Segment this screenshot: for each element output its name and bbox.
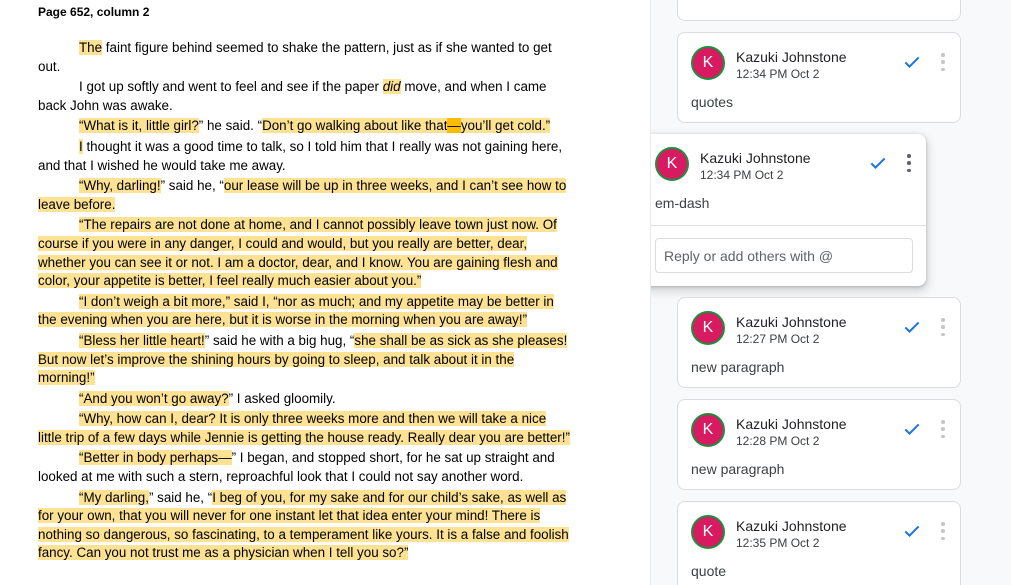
highlighted-text: The <box>79 40 103 55</box>
highlighted-text: “Better in body perhaps— <box>79 450 232 466</box>
text-run: thought it was a good time to talk, so I… <box>38 138 563 173</box>
comment-card-active[interactable]: K Kazuki Johnstone 12:34 PM Oct 2 em-das… <box>651 134 926 286</box>
paragraph: “And you won’t go away?” I asked gloomil… <box>38 390 570 409</box>
more-vert-icon[interactable] <box>940 420 946 438</box>
highlighted-text: “What is it, little girl? <box>79 118 199 134</box>
more-vert-icon[interactable] <box>940 53 946 71</box>
highlighted-text: “My darling, <box>79 489 149 505</box>
more-vert-icon[interactable] <box>940 318 946 336</box>
comment-author: Kazuki Johnstone <box>736 416 847 432</box>
paragraph: “The repairs are not done at home, and I… <box>38 216 570 290</box>
checkmark-icon[interactable] <box>902 317 922 337</box>
avatar[interactable]: K <box>691 515 725 549</box>
highlighted-text: “Bless her little heart! <box>79 332 205 348</box>
text-run: ” said he with a big hug, “ <box>204 332 355 348</box>
text-run: I got up softly and went to feel and see… <box>79 79 383 95</box>
comment-author: Kazuki Johnstone <box>736 314 847 330</box>
comment-text: new paragraph <box>691 359 785 375</box>
more-vert-icon[interactable] <box>940 522 946 540</box>
text-run: ” he said. “ <box>198 118 263 134</box>
comment-text: quote <box>691 563 727 579</box>
document-page: Page 652, column 2 The faint figure behi… <box>0 0 650 585</box>
more-vert-icon[interactable] <box>906 154 912 172</box>
comment-author: Kazuki Johnstone <box>700 150 811 166</box>
comment-timestamp: 12:27 PM Oct 2 <box>736 332 820 346</box>
paragraph: “Bless her little heart!” said he with a… <box>38 332 570 388</box>
paragraph: “Why, how can I, dear? It is only three … <box>38 410 570 447</box>
paragraph: “Why, darling!” said he, “our lease will… <box>38 177 570 214</box>
highlighted-text: “And you won’t go away? <box>79 390 229 406</box>
avatar[interactable]: K <box>655 147 689 181</box>
paragraph: The faint figure behind seemed to shake … <box>38 39 570 76</box>
checkmark-icon[interactable] <box>868 153 888 173</box>
comment-timestamp: 12:35 PM Oct 2 <box>736 536 820 550</box>
comment-card[interactable]: K Kazuki Johnstone 12:34 PM Oct 2 quotes <box>677 32 961 123</box>
document-body[interactable]: The faint figure behind seemed to shake … <box>38 39 570 565</box>
paragraph: “Better in body perhaps—” I began, and s… <box>38 449 570 486</box>
avatar[interactable]: K <box>691 311 725 345</box>
avatar[interactable]: K <box>691 46 725 80</box>
highlighted-text: you’ll get cold.” <box>460 118 551 134</box>
comments-sidebar: quotes K Kazuki Johnstone 12:34 PM Oct 2… <box>650 0 1011 585</box>
paragraph: “I don’t weigh a bit more,” said I, “nor… <box>38 293 570 330</box>
comment-text: new paragraph <box>691 461 785 477</box>
highlighted-text: “The repairs are not done at home, and I… <box>38 217 558 289</box>
highlighted-text: “Why, how can I, dear? It is only three … <box>38 411 570 445</box>
highlighted-text: did <box>382 79 401 95</box>
divider <box>651 225 926 226</box>
comment-timestamp: 12:34 PM Oct 2 <box>700 168 784 182</box>
paragraph: “My darling,” said he, “I beg of you, fo… <box>38 489 570 563</box>
reply-input[interactable] <box>655 238 913 273</box>
comment-author: Kazuki Johnstone <box>736 49 847 65</box>
highlighted-text: “I don’t weigh a bit more,” said I, “nor… <box>38 293 554 328</box>
text-run: ” I asked gloomily. <box>228 390 336 406</box>
text-run: ” said he, “ <box>160 178 224 194</box>
checkmark-icon[interactable] <box>902 52 922 72</box>
comment-text: em-dash <box>655 195 710 211</box>
comment-author: Kazuki Johnstone <box>736 518 847 534</box>
text-run: ” said he, “ <box>148 489 213 505</box>
comment-timestamp: 12:28 PM Oct 2 <box>736 434 820 448</box>
paragraph: I thought it was a good time to talk, so… <box>38 138 570 175</box>
comment-text: quotes <box>691 94 734 110</box>
comment-card[interactable]: K Kazuki Johnstone 12:27 PM Oct 2 new pa… <box>677 297 961 388</box>
paragraph: I got up softly and went to feel and see… <box>38 78 570 115</box>
comment-card[interactable]: K Kazuki Johnstone 12:35 PM Oct 2 quote <box>677 501 961 585</box>
highlighted-text: — <box>447 118 461 134</box>
page-heading: Page 652, column 2 <box>38 5 150 19</box>
highlighted-text: “Why, darling! <box>79 178 161 194</box>
text-run: faint figure behind seemed to shake the … <box>38 40 552 74</box>
avatar[interactable]: K <box>691 413 725 447</box>
highlighted-text: Don’t go walking about like that <box>262 118 448 134</box>
comment-timestamp: 12:34 PM Oct 2 <box>736 67 820 81</box>
checkmark-icon[interactable] <box>902 521 922 541</box>
checkmark-icon[interactable] <box>902 419 922 439</box>
comment-card[interactable]: K Kazuki Johnstone 12:28 PM Oct 2 new pa… <box>677 399 961 490</box>
comment-card-partial[interactable]: quotes <box>677 0 961 21</box>
paragraph: “What is it, little girl?” he said. “Don… <box>38 117 570 136</box>
